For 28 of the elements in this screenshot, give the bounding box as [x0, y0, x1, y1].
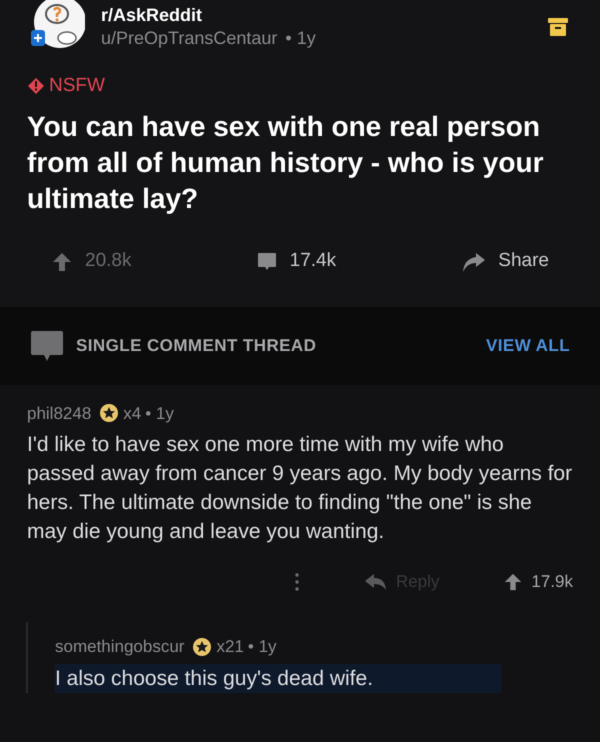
post-age: • 1y: [285, 26, 316, 49]
share-arrow-icon: [460, 250, 486, 272]
archive-icon: [547, 16, 569, 38]
post-author[interactable]: u/PreOpTransCentaur: [101, 26, 278, 49]
award-count: x21: [216, 636, 244, 658]
award-count: x4: [123, 402, 142, 424]
reply-arrow-icon: [364, 573, 388, 591]
upvote-arrow-icon: [51, 250, 73, 272]
comment-author[interactable]: phil8248: [27, 400, 92, 426]
comment-age: • 1y: [248, 636, 277, 658]
comments-button[interactable]: 17.4k: [256, 247, 336, 276]
upvote-button[interactable]: 20.8k: [51, 247, 132, 276]
share-button[interactable]: Share: [460, 247, 549, 276]
view-all-link[interactable]: VIEW ALL: [486, 332, 570, 358]
comment-icon: [256, 250, 278, 272]
comment-icon: [30, 330, 64, 362]
more-options-icon[interactable]: [294, 572, 300, 592]
thread-label: SINGLE COMMENT THREAD: [76, 334, 316, 357]
post-title: You can have sex with one real person from all of human history - who is your ultimate lay?: [27, 110, 544, 216]
subreddit-name[interactable]: r/AskReddit: [101, 4, 316, 26]
nsfw-tag: NSFW: [49, 72, 105, 100]
warning-diamond-icon: [27, 77, 45, 96]
upvote-arrow-icon[interactable]: [503, 572, 524, 592]
comment-text: I'd like to have sex one more time with my wife who passed away from cancer 9 years ago. My body yearns for hers. The ultimate downside to finding "the one" is she may die young and leave you wanting.: [27, 432, 573, 545]
comment-score: 17.9k: [531, 571, 573, 594]
comment-age: • 1y: [145, 402, 174, 424]
comment-text: I also choose this guy's dead wife.: [55, 664, 502, 692]
comment-author[interactable]: somethingobscur: [55, 634, 184, 660]
